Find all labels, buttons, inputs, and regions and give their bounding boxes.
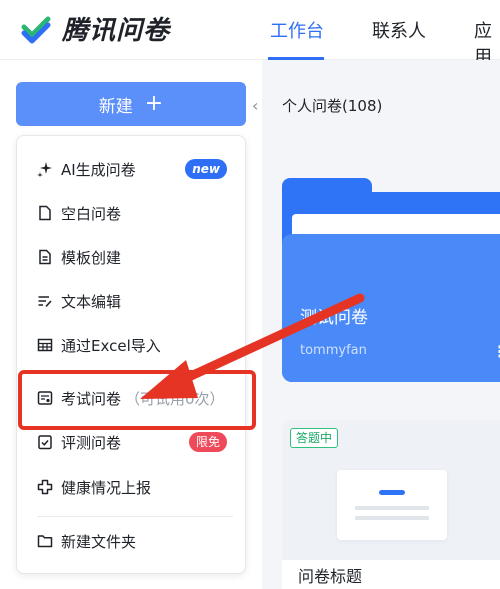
menu-item-label: 模板创建 xyxy=(61,248,122,267)
more-options-icon[interactable]: ⋮ xyxy=(492,342,500,361)
menu-item-excel-import[interactable]: 通过Excel导入 xyxy=(17,325,245,365)
menu-divider xyxy=(37,516,233,517)
highlight-box xyxy=(18,370,256,430)
status-badge: 答题中 xyxy=(290,428,339,448)
folder-title: 测试问卷 xyxy=(300,308,368,328)
menu-item-text-edit[interactable]: 文本编辑 xyxy=(17,281,245,321)
menu-item-label: 文本编辑 xyxy=(61,292,122,311)
survey-card[interactable]: 答题中 问卷标题 xyxy=(282,420,500,589)
checklist-icon xyxy=(37,434,53,450)
section-title: 个人问卷(108) xyxy=(282,97,383,115)
top-header: 腾讯问卷 工作台 联系人 应用 xyxy=(0,0,500,68)
tencent-survey-logo-icon xyxy=(21,16,51,44)
template-document-icon xyxy=(37,249,53,265)
free-limited-badge: 限免 xyxy=(188,432,227,452)
blank-document-icon xyxy=(37,205,53,221)
collapse-sidebar-icon[interactable]: ‹ xyxy=(252,96,258,115)
text-edit-icon xyxy=(37,293,53,309)
sidebar: 新建 + ‹ AI生成问卷 new 空白问卷 模板创建 文本编辑 通过Excel… xyxy=(0,60,262,589)
menu-item-ai-generate[interactable]: AI生成问卷 new xyxy=(17,149,245,189)
menu-item-label: 评测问卷 xyxy=(61,433,122,452)
folder-icon xyxy=(37,533,53,549)
folder-owner: tommyfan xyxy=(300,343,367,358)
nav-tab-workbench[interactable]: 工作台 xyxy=(270,17,324,43)
menu-item-blank-survey[interactable]: 空白问卷 xyxy=(17,193,245,233)
menu-item-label: 空白问卷 xyxy=(61,204,122,223)
survey-card-title: 问卷标题 xyxy=(298,567,363,586)
menu-item-label: 健康情况上报 xyxy=(61,478,152,497)
nav-tab-contacts[interactable]: 联系人 xyxy=(372,17,426,43)
new-menu-dropdown: AI生成问卷 new 空白问卷 模板创建 文本编辑 通过Excel导入 考试问卷… xyxy=(16,135,246,574)
new-button[interactable]: 新建 + xyxy=(16,82,246,126)
menu-item-label: AI生成问卷 xyxy=(61,160,136,179)
menu-item-template[interactable]: 模板创建 xyxy=(17,237,245,277)
main-content: 个人问卷(108) 测试问卷 tommyfan ⋮ 答题中 问卷标题 xyxy=(262,60,500,589)
menu-item-health-report[interactable]: 健康情况上报 xyxy=(17,467,245,507)
sparkle-icon xyxy=(37,161,53,177)
new-button-label: 新建 xyxy=(98,96,133,117)
survey-folder-card[interactable]: 测试问卷 tommyfan ⋮ xyxy=(282,192,500,382)
menu-item-label: 通过Excel导入 xyxy=(61,336,161,355)
plus-icon: + xyxy=(144,91,164,116)
logo-text[interactable]: 腾讯问卷 xyxy=(62,10,170,47)
new-badge: new xyxy=(185,159,227,179)
preview-sheet xyxy=(337,470,447,540)
menu-item-new-folder[interactable]: 新建文件夹 xyxy=(17,521,245,561)
table-icon xyxy=(37,337,53,353)
menu-item-label: 新建文件夹 xyxy=(61,532,137,551)
health-cross-icon xyxy=(37,479,53,495)
